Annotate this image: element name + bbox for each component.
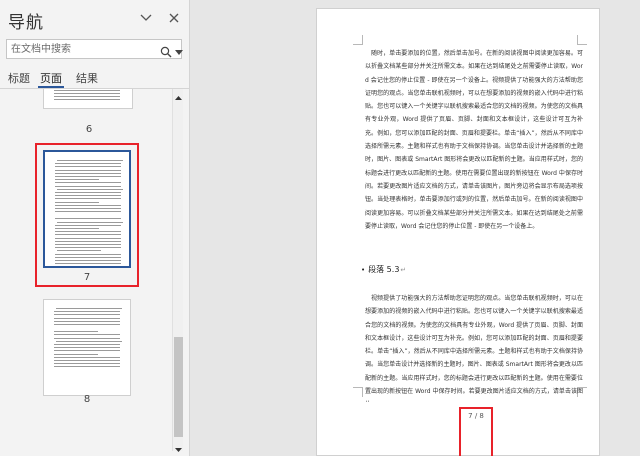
page-number-highlight: 7 / 8: [459, 407, 493, 456]
chevron-down-icon: [140, 14, 152, 21]
thumbnail-text-line: [55, 169, 121, 171]
thumbnail-text-line: [55, 179, 99, 181]
thumbnail-text-line: [54, 90, 120, 91]
thumbnail-text-line: [54, 314, 120, 316]
thumbnail-text-line: [56, 308, 122, 309]
thumbnail-text-line: [54, 350, 120, 352]
thumbnail-text-line: [55, 218, 121, 220]
thumbnail-text-line: [55, 224, 121, 226]
thumbnail-text-line: [55, 253, 121, 255]
thumbnail-text-line: [55, 176, 121, 177]
thumbnail-text-line: [55, 263, 121, 265]
page-number-label: 7: [83, 272, 91, 283]
close-icon: [169, 13, 179, 23]
thumbnail-text-line: [54, 331, 98, 333]
thumbnail-text-line: [55, 182, 121, 184]
thumbnail-text-line: [55, 192, 121, 193]
heading-bullet: •: [361, 266, 366, 274]
margin-corner-mark: [577, 35, 587, 45]
body-paragraph[interactable]: 随时，单击要添加的位置，然后单击加号。在新的阅读视图中阅读更加容易。可以折叠文档…: [365, 47, 583, 233]
body-paragraph[interactable]: 视频提供了功能强大的方法帮助您证明您的观点。当您单击联机视频时，可以在想要添加的…: [365, 292, 583, 402]
thumbnail-text-line: [54, 360, 120, 361]
page-thumbnail-7[interactable]: [43, 150, 131, 268]
thumbnail-text-line: [55, 185, 121, 187]
navigation-pane: 导航 标题 页面 结果 6 7: [0, 0, 190, 456]
thumbnail-text-line: [55, 228, 99, 229]
nav-close-button[interactable]: [166, 10, 182, 26]
thumbnail-text-line: [55, 234, 121, 236]
thumbnail-text-line: [54, 337, 120, 339]
thumbnail-text-line: [57, 250, 101, 252]
thumbnail-text-line: [54, 93, 120, 94]
thumbnail-text-line: [54, 344, 120, 345]
page-thumbnails: 6 7 8: [0, 89, 172, 456]
thumbnail-text-line: [55, 247, 121, 249]
thumbnail-text-line: [55, 201, 99, 203]
scroll-down-icon: [175, 448, 182, 452]
scroll-down-button[interactable]: [173, 440, 184, 452]
page-number-label: 8: [83, 394, 91, 405]
tab-pages[interactable]: 页面: [40, 70, 62, 86]
thumbnail-text-line: [54, 99, 120, 100]
document-area: 随时，单击要添加的位置，然后单击加号。在新的阅读视图中阅读更加容易。可以折叠文档…: [191, 0, 640, 456]
margin-corner-mark: [353, 387, 363, 397]
thumbnail-text-line: [57, 221, 123, 223]
search-icon: [160, 46, 172, 58]
thumbnail-text-line: [54, 311, 120, 313]
scroll-up-button[interactable]: [173, 89, 184, 100]
thumbnail-text-line: [55, 163, 121, 165]
dropdown-arrow-icon: [175, 50, 183, 55]
nav-options-button[interactable]: [138, 10, 154, 26]
thumbnail-text-line: [55, 204, 121, 206]
thumbnail-text-line: [54, 353, 98, 355]
thumbnail-text-line: [55, 240, 121, 242]
thumbnail-text-line: [54, 96, 120, 97]
scrollbar-thumb[interactable]: [174, 337, 183, 437]
page-number-label: 6: [85, 124, 93, 135]
thumbnail-text-line: [54, 363, 120, 365]
thumbnail-text-line: [55, 198, 121, 200]
nav-scrollbar[interactable]: [172, 89, 184, 452]
scroll-up-icon: [175, 96, 182, 100]
thumbnail-text-line: [57, 160, 123, 161]
search-options-button[interactable]: [174, 43, 184, 62]
search-box: [6, 39, 184, 62]
thumbnail-text-line: [54, 366, 120, 368]
thumbnail-text-line: [55, 195, 121, 197]
heading-text: 段落 5.3: [368, 265, 400, 274]
thumbnail-text-line: [54, 324, 120, 325]
thumbnail-text-line: [55, 231, 121, 233]
paragraph-text: 随时，单击要添加的位置，然后单击加号。在新的阅读视图中阅读更加容易。可以折叠文档…: [365, 50, 583, 230]
document-page[interactable]: 随时，单击要添加的位置，然后单击加号。在新的阅读视图中阅读更加容易。可以折叠文档…: [316, 8, 600, 456]
thumbnail-text-line: [54, 347, 120, 349]
margin-corner-mark: [353, 35, 363, 45]
thumbnail-text-line: [57, 188, 123, 190]
thumbnail-text-line: [54, 320, 120, 322]
thumbnail-text-line: [54, 317, 120, 319]
thumbnail-text-line: [55, 260, 121, 261]
thumbnail-text-line: [55, 166, 121, 168]
tab-headings[interactable]: 标题: [8, 70, 30, 86]
thumbnail-text-line: [55, 211, 121, 213]
tab-results[interactable]: 结果: [76, 70, 98, 86]
search-input[interactable]: [7, 40, 157, 58]
thumbnail-text-line: [54, 334, 120, 336]
page-thumbnail-8[interactable]: [43, 299, 131, 396]
thumbnail-text-line: [55, 172, 121, 174]
page-thumbnail-6[interactable]: [43, 89, 133, 109]
nav-title: 导航: [8, 13, 44, 33]
section-heading[interactable]: • 段落 5.3↵: [361, 264, 406, 275]
paragraph-text: 视频提供了功能强大的方法帮助您证明您的观点。当您单击联机视频时，可以在想要添加的…: [365, 295, 583, 402]
thumbnail-text-line: [55, 244, 121, 245]
thumbnail-text-line: [56, 340, 122, 342]
thumbnail-text-line: [54, 356, 120, 358]
paragraph-mark-icon: ↵: [400, 266, 407, 274]
thumbnail-text-line: [55, 256, 121, 258]
thumbnail-text-line: [55, 237, 121, 239]
page-number-footer: 7 / 8: [468, 412, 484, 420]
search-button[interactable]: [160, 43, 172, 62]
thumbnail-text-line: [55, 208, 121, 209]
